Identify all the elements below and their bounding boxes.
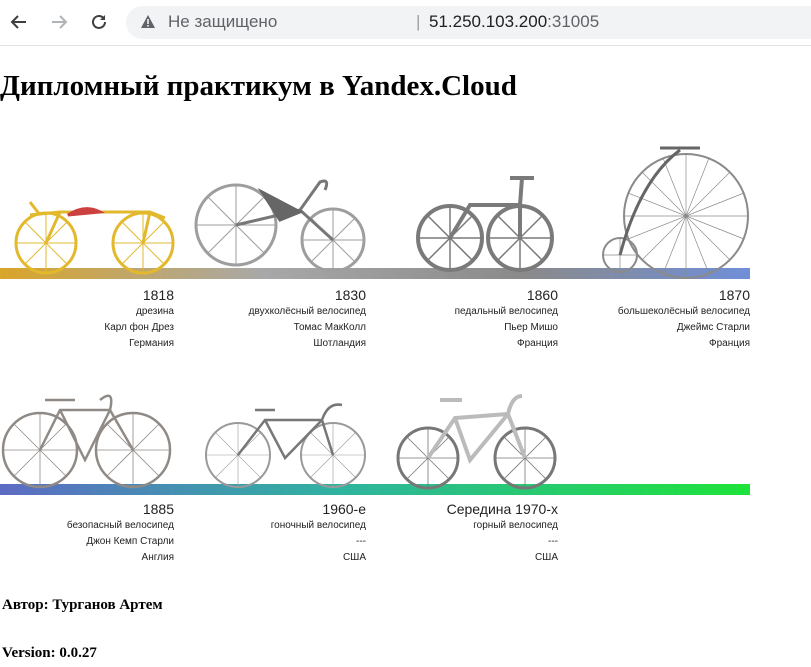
caption-1870: 1870 большеколёсный велосипед Джеймс Стар…	[617, 287, 750, 349]
reload-icon	[92, 14, 106, 29]
bicycle-racing	[205, 403, 366, 488]
caption-1830: 1830 двухколёсный велосипед Томас МакКолл…	[248, 287, 366, 349]
back-button[interactable]	[5, 8, 33, 36]
bicycle-twowheeler	[194, 179, 366, 273]
arrow-left-icon	[10, 15, 26, 29]
bicycle-velocipede	[416, 176, 554, 272]
bicycle-timeline: 1818 дрезина Карл фон Дрез Германия 1830 дв…	[0, 120, 760, 580]
caption-1818: 1818 дрезина Карл фон Дрез Германия	[104, 287, 174, 349]
author-text: Автор: Турганов Артем	[2, 597, 163, 613]
browser-toolbar: Не защищено | 51.250.103.200:31005	[0, 0, 811, 46]
bicycle-safety	[1, 394, 172, 489]
reload-button[interactable]	[85, 8, 113, 36]
caption-1970s: Середина 1970-х горный велосипед --- США	[446, 501, 558, 563]
url-text[interactable]: 51.250.103.200:31005	[429, 12, 599, 32]
version-text: Version: 0.0.27	[2, 645, 97, 661]
page-title: Дипломный практикум в Yandex.Cloud	[0, 70, 517, 102]
timeline-bar-2	[0, 484, 750, 495]
warning-icon	[141, 15, 155, 28]
url-separator: |	[416, 12, 421, 31]
caption-1860: 1860 педальный велосипед Пьер Мишо Франция	[454, 287, 558, 349]
bicycle-draisine	[14, 201, 175, 275]
bicycle-pennyfarthing	[602, 146, 749, 279]
forward-button[interactable]	[45, 8, 73, 36]
insecure-label: Не защищено	[168, 12, 278, 31]
address-bar[interactable]: Не защищено | 51.250.103.200:31005	[126, 6, 811, 39]
arrow-right-icon	[52, 15, 68, 29]
timeline-bar-1	[0, 268, 750, 279]
caption-1885: 1885 безопасный велосипед Джон Кемп Старл…	[66, 501, 174, 563]
bicycle-mountain	[396, 394, 557, 490]
caption-1960s: 1960-е гоночный велосипед --- США	[270, 501, 366, 563]
